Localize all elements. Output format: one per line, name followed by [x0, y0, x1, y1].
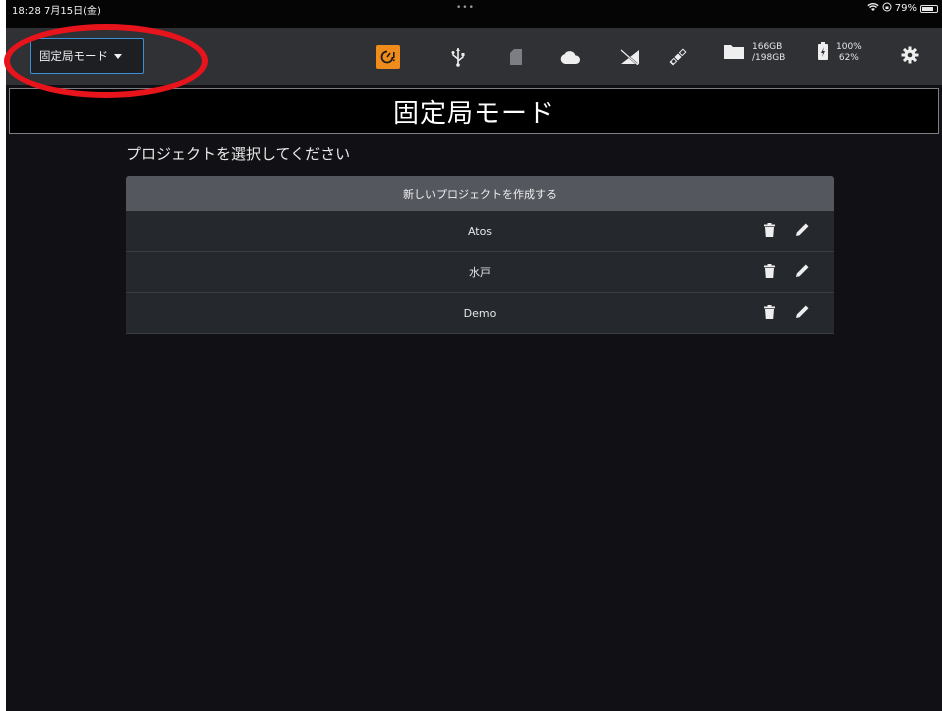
- project-list: Atos 水戸 Demo: [126, 211, 834, 334]
- select-project-prompt: プロジェクトを選択してください: [126, 145, 351, 163]
- timer-alert-icon[interactable]: [376, 45, 400, 69]
- trash-icon[interactable]: [764, 304, 775, 322]
- orientation-lock-icon: [882, 2, 892, 15]
- pencil-icon[interactable]: [795, 222, 810, 240]
- mode-select[interactable]: 固定局モード: [30, 38, 144, 74]
- create-project-button[interactable]: 新しいプロジェクトを作成する: [126, 176, 834, 211]
- project-name: Atos: [467, 224, 493, 238]
- battery-level-top: 100%: [836, 42, 862, 52]
- project-row[interactable]: Atos: [126, 211, 834, 252]
- project-name: Demo: [463, 306, 497, 320]
- pencil-icon[interactable]: [795, 263, 810, 281]
- wifi-icon: [867, 2, 879, 15]
- page-title-bar: 固定局モード: [9, 88, 939, 134]
- toolbar: 固定局モード 166GB /198GB 100% 62%: [6, 28, 942, 85]
- storage-total: /198GB: [752, 53, 786, 63]
- mode-select-label: 固定局モード: [39, 49, 108, 63]
- trash-icon[interactable]: [764, 222, 775, 240]
- status-right: 79%: [867, 2, 938, 15]
- battery-charging-icon: [818, 42, 828, 64]
- project-name: 水戸: [469, 266, 491, 279]
- satellite-icon[interactable]: [668, 45, 688, 69]
- page-title: 固定局モード: [392, 98, 555, 129]
- battery-percent: 79%: [894, 3, 917, 14]
- cloud-icon[interactable]: [559, 45, 581, 69]
- pencil-icon[interactable]: [795, 304, 810, 322]
- status-time: 18:28 7月15日(金): [12, 6, 101, 17]
- battery-indicator: 100% 62%: [818, 42, 862, 64]
- battery-level-bottom: 62%: [838, 53, 859, 63]
- chevron-down-icon: [114, 53, 122, 59]
- project-row[interactable]: 水戸: [126, 252, 834, 293]
- battery-icon: [920, 4, 938, 13]
- gear-icon[interactable]: [901, 46, 919, 68]
- usb-icon[interactable]: [449, 45, 467, 69]
- antenna-off-icon[interactable]: [619, 45, 641, 69]
- sd-card-icon[interactable]: [508, 45, 524, 69]
- ios-status-bar: 18:28 7月15日(金) ••• 79%: [6, 0, 942, 28]
- app-screen: 18:28 7月15日(金) ••• 79% 固定局モード 166GB /198…: [6, 0, 942, 711]
- trash-icon[interactable]: [764, 263, 775, 281]
- project-row[interactable]: Demo: [126, 293, 834, 334]
- storage-indicator: 166GB /198GB: [724, 42, 785, 64]
- multitask-dots[interactable]: •••: [456, 3, 475, 13]
- folder-icon: [724, 43, 744, 63]
- storage-used: 166GB: [752, 42, 783, 52]
